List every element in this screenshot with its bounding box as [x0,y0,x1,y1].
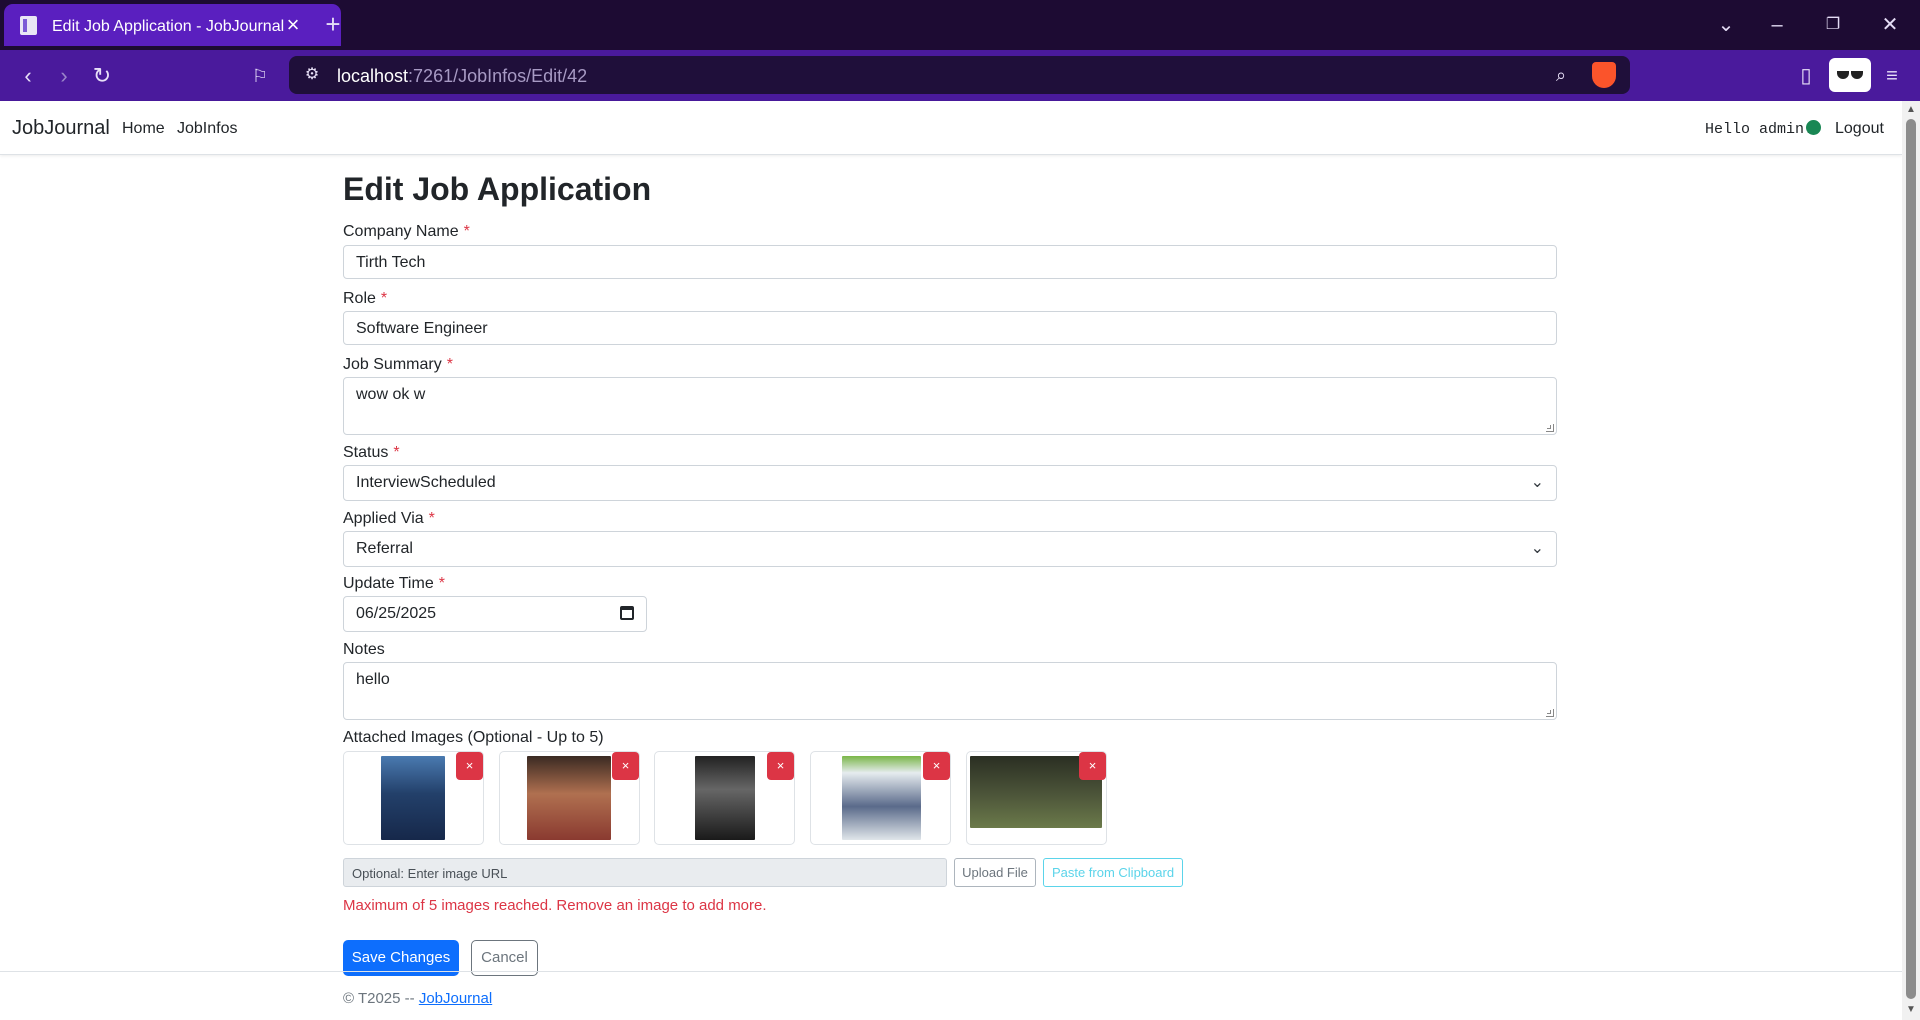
address-bar[interactable]: ⚙ localhost:7261/JobInfos/Edit/42 ⌕ [289,56,1630,94]
logout-link[interactable]: Logout [1835,120,1884,138]
nav-link-home[interactable]: Home [122,120,165,138]
site-navbar: JobJournal Home JobInfos Hello admin! Lo… [0,101,1902,155]
image-thumbnail[interactable]: × [810,751,951,845]
image-thumbnail[interactable]: × [966,751,1107,845]
scroll-up-icon[interactable]: ▲ [1906,105,1916,115]
attached-image-2 [527,756,611,840]
image-url-input[interactable]: Optional: Enter image URL [343,858,947,887]
paste-from-clipboard-button[interactable]: Paste from Clipboard [1043,858,1183,887]
attached-image-4 [842,756,921,840]
brave-shields-icon[interactable] [1592,62,1616,88]
job-summary-textarea[interactable]: wow ok w [343,377,1557,435]
page-scrollbar[interactable]: ▲ ▼ [1902,101,1920,1020]
zoom-icon[interactable]: ⌕ [1549,64,1573,88]
bookmark-icon[interactable]: ⚐ [246,62,274,90]
role-label: Role * [343,290,388,307]
url-text: localhost:7261/JobInfos/Edit/42 [337,66,588,86]
status-select[interactable]: InterviewScheduled ⌄ [343,465,1557,501]
page-favicon-icon [20,16,37,35]
forward-icon[interactable]: › [50,62,78,90]
scrollbar-thumb[interactable] [1906,119,1916,999]
attached-image-3 [695,756,755,840]
online-status-icon [1806,120,1821,135]
close-window-icon[interactable]: ✕ [1877,12,1903,38]
back-icon[interactable]: ‹ [14,62,42,90]
browser-tab-active[interactable]: Edit Job Application - JobJournal × [4,4,341,46]
remove-image-button[interactable]: × [612,752,639,780]
page-title: Edit Job Application [343,171,652,207]
status-label: Status * [343,444,400,461]
attached-images-label: Attached Images (Optional - Up to 5) [343,729,604,746]
browser-tab-strip: Edit Job Application - JobJournal × + ⌄ … [0,0,1920,50]
notes-textarea[interactable]: hello [343,662,1557,720]
footer: © T2025 -- JobJournal [343,990,493,1007]
calendar-icon[interactable] [620,606,634,620]
tab-search-chevron-icon[interactable]: ⌄ [1713,12,1739,38]
page-viewport: JobJournal Home JobInfos Hello admin! Lo… [0,101,1902,1020]
browser-toolbar: ‹ › ↻ ⚐ ⚙ localhost:7261/JobInfos/Edit/4… [0,50,1920,101]
chevron-down-icon: ⌄ [1530,474,1544,491]
site-info-icon[interactable]: ⚙ [301,64,323,86]
chevron-down-icon: ⌄ [1530,540,1544,557]
applied-via-select[interactable]: Referral ⌄ [343,531,1557,567]
notes-label: Notes [343,641,385,658]
image-limit-message: Maximum of 5 images reached. Remove an i… [343,897,767,914]
resize-handle-icon[interactable] [1546,424,1554,432]
new-tab-icon[interactable]: + [320,11,346,38]
remove-image-button[interactable]: × [456,752,483,780]
company-name-label: Company Name * [343,223,470,240]
brand-link[interactable]: JobJournal [12,117,110,140]
remove-image-button[interactable]: × [923,752,950,780]
tab-title: Edit Job Application - JobJournal [52,18,285,35]
nav-link-jobinfos[interactable]: JobInfos [177,120,237,138]
remove-image-button[interactable]: × [767,752,794,780]
attached-image-1 [381,756,445,840]
applied-via-label: Applied Via * [343,510,435,527]
update-time-date-input[interactable]: 06/25/2025 [343,596,647,632]
minimize-icon[interactable]: – [1764,12,1790,38]
upload-file-button[interactable]: Upload File [954,858,1036,887]
menu-icon[interactable]: ≡ [1878,62,1906,90]
footer-divider [0,971,1902,972]
company-name-input[interactable]: Tirth Tech [343,245,1557,279]
reload-icon[interactable]: ↻ [88,62,116,90]
reader-mode-icon[interactable] [1829,58,1871,92]
sidebar-toggle-icon[interactable]: ▯ [1792,62,1820,90]
image-thumbnail[interactable]: × [654,751,795,845]
image-thumbnail[interactable]: × [499,751,640,845]
image-thumbnail[interactable]: × [343,751,484,845]
scroll-down-icon[interactable]: ▼ [1906,1005,1916,1015]
resize-handle-icon[interactable] [1546,709,1554,717]
user-greeting: Hello admin! [1705,121,1814,138]
role-input[interactable]: Software Engineer [343,311,1557,345]
remove-image-button[interactable]: × [1079,752,1106,780]
tab-close-icon[interactable]: × [282,14,304,36]
restore-icon[interactable]: ❐ [1820,12,1846,38]
footer-link[interactable]: JobJournal [419,990,492,1007]
update-time-label: Update Time * [343,575,445,592]
job-summary-label: Job Summary * [343,356,453,373]
